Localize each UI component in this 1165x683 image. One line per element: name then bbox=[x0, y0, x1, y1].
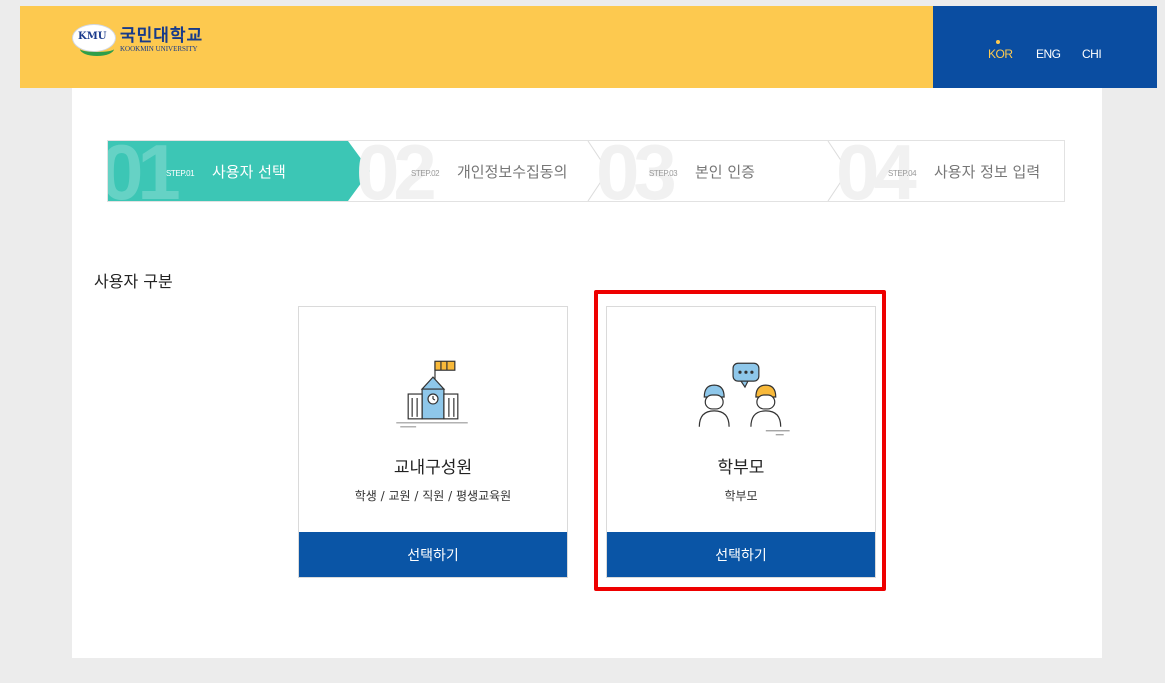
header: KMU 국민대학교 KOOKMIN UNIVERSITY KOR ENG CHI bbox=[20, 6, 1157, 88]
school-building-icon bbox=[396, 360, 468, 428]
main-content: 01 STEP.01 사용자 선택 02 STEP.02 개인정보수집동의 03… bbox=[72, 88, 1102, 658]
lang-kor[interactable]: KOR bbox=[988, 47, 1013, 61]
lang-chi[interactable]: CHI bbox=[1082, 47, 1102, 61]
step-4-label: 사용자 정보 입력 bbox=[934, 163, 1041, 181]
step-1-small: STEP.01 bbox=[166, 169, 195, 178]
step-1-number: 01 bbox=[107, 140, 181, 202]
kmu-emblem-icon: KMU bbox=[72, 22, 116, 58]
language-selector: KOR ENG CHI bbox=[933, 6, 1157, 88]
card-subtitle: 학생 / 교원 / 직원 / 평생교육원 bbox=[354, 489, 512, 503]
university-logo[interactable]: KMU 국민대학교 KOOKMIN UNIVERSITY bbox=[72, 22, 203, 58]
lang-eng[interactable]: ENG bbox=[1036, 47, 1061, 61]
active-language-dot-icon bbox=[996, 40, 1000, 44]
section-title: 사용자 구분 bbox=[94, 272, 173, 291]
user-type-card-member[interactable]: 교내구성원 학생 / 교원 / 직원 / 평생교육원 선택하기 bbox=[298, 306, 568, 578]
select-member-button[interactable]: 선택하기 bbox=[299, 532, 567, 577]
card-title: 교내구성원 bbox=[393, 458, 473, 478]
logo-name: 국민대학교 bbox=[120, 25, 204, 46]
step-1-label: 사용자 선택 bbox=[212, 163, 286, 181]
step-2-small: STEP.02 bbox=[411, 169, 440, 178]
step-3-label: 본인 인증 bbox=[695, 163, 755, 181]
logo-subtitle: KOOKMIN UNIVERSITY bbox=[120, 44, 198, 53]
step-indicator: 01 STEP.01 사용자 선택 02 STEP.02 개인정보수집동의 03… bbox=[107, 140, 1065, 202]
selection-highlight-box bbox=[594, 290, 886, 591]
step-2-label: 개인정보수집동의 bbox=[457, 163, 568, 181]
step-3-small: STEP.03 bbox=[649, 169, 678, 178]
step-4-small: STEP.04 bbox=[888, 169, 917, 178]
